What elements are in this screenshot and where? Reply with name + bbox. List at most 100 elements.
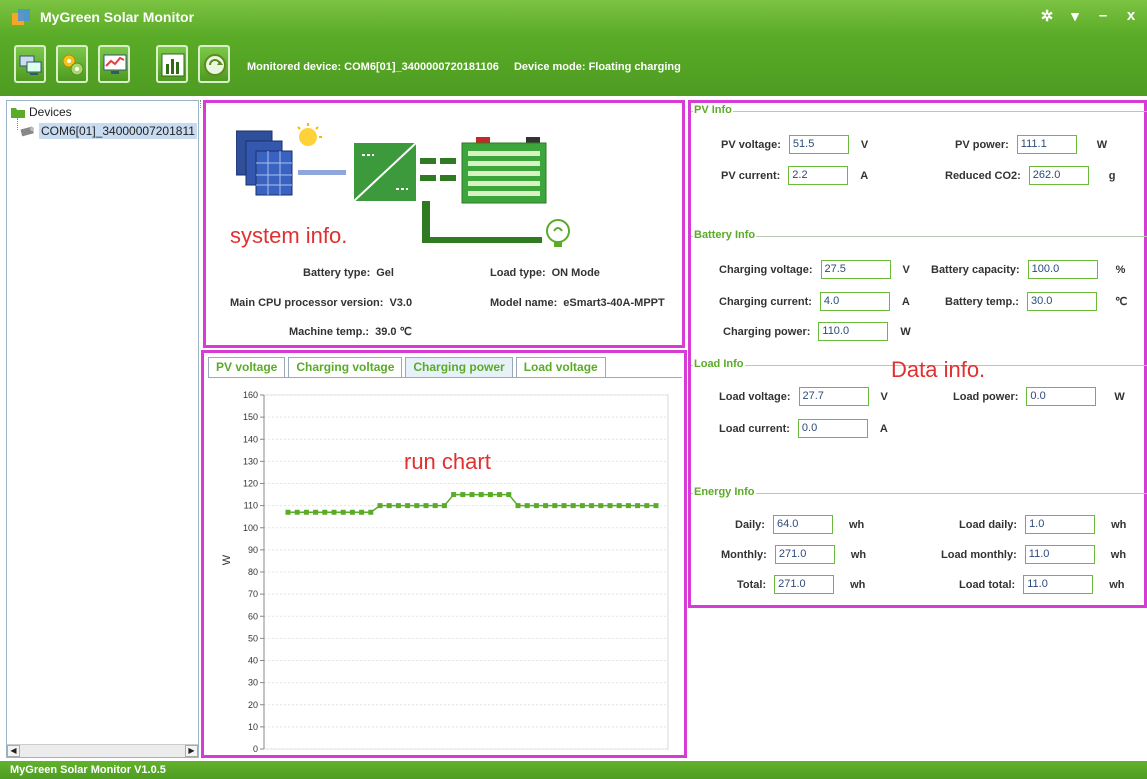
data-point bbox=[377, 503, 383, 509]
monitor-button[interactable] bbox=[98, 45, 130, 83]
cpu-version-value: V3.0 bbox=[389, 297, 413, 309]
load-power-input[interactable]: 0.0 bbox=[1026, 387, 1097, 406]
y-tick-label: 140 bbox=[243, 434, 258, 444]
data-info-panel: PV Info PV voltage: 51.5 V PV power: 111… bbox=[688, 100, 1147, 608]
gear-icon[interactable]: ✲ bbox=[1039, 7, 1055, 25]
daily-label: Daily: bbox=[735, 518, 765, 531]
data-point bbox=[515, 503, 521, 509]
load-monthly-unit: wh bbox=[1110, 548, 1127, 561]
data-point bbox=[506, 492, 512, 498]
charging-voltage-label: Charging voltage: bbox=[719, 263, 813, 276]
y-tick-label: 100 bbox=[243, 523, 258, 533]
tree-item-device[interactable]: COM6[01]_34000007201811 bbox=[19, 123, 197, 139]
model-name-row: Model name: eSmart3-40A-MPPT bbox=[490, 297, 665, 309]
minimize-button[interactable]: – bbox=[1095, 7, 1111, 25]
monthly-field: Monthly: 271.0 wh bbox=[721, 545, 866, 564]
load-monthly-label: Load monthly: bbox=[941, 548, 1017, 561]
data-point bbox=[451, 492, 457, 498]
pv-power-input[interactable]: 111.1 bbox=[1016, 135, 1077, 154]
data-point bbox=[552, 503, 558, 509]
load-current-input[interactable]: 0.0 bbox=[797, 419, 868, 438]
daily-field: Daily: 64.0 wh bbox=[735, 515, 864, 534]
monitored-device-label: Monitored device: COM6[01]_3400000720181… bbox=[247, 61, 499, 73]
tab-load-voltage[interactable]: Load voltage bbox=[515, 357, 606, 377]
charging-power-label: Charging power: bbox=[723, 325, 811, 338]
app-title: MyGreen Solar Monitor bbox=[40, 9, 195, 25]
y-tick-label: 160 bbox=[243, 390, 258, 400]
pv-current-unit: A bbox=[860, 169, 869, 182]
pv-voltage-unit: V bbox=[860, 138, 869, 151]
close-button[interactable]: x bbox=[1123, 7, 1139, 25]
y-tick-label: 0 bbox=[253, 744, 258, 754]
charging-current-input[interactable]: 4.0 bbox=[819, 292, 890, 311]
pv-current-label: PV current: bbox=[721, 169, 781, 182]
co2-input[interactable]: 262.0 bbox=[1028, 166, 1089, 185]
data-point bbox=[616, 503, 622, 509]
load-voltage-input[interactable]: 27.7 bbox=[798, 387, 869, 406]
data-point bbox=[331, 509, 337, 515]
load-total-input[interactable]: 11.0 bbox=[1023, 575, 1094, 594]
data-point bbox=[303, 509, 309, 515]
app-logo-icon bbox=[12, 9, 30, 25]
y-tick-label: 20 bbox=[248, 700, 258, 710]
data-point bbox=[386, 503, 392, 509]
total-input[interactable]: 271.0 bbox=[774, 575, 835, 594]
device-icon bbox=[20, 126, 34, 137]
battery-capacity-field: Battery capacity: 100.0 % bbox=[931, 260, 1125, 279]
pin-icon[interactable]: ▾ bbox=[1067, 7, 1083, 25]
toolbar: Monitored device: COM6[01]_3400000720181… bbox=[0, 36, 1147, 96]
light-bulb-icon bbox=[546, 219, 570, 247]
y-tick-label: 40 bbox=[248, 656, 258, 666]
connect-devices-button[interactable] bbox=[14, 45, 46, 83]
data-point bbox=[497, 492, 503, 498]
refresh-button[interactable] bbox=[198, 45, 230, 83]
chart-tabs: PV voltage Charging voltage Charging pow… bbox=[208, 357, 606, 377]
tab-pv-voltage[interactable]: PV voltage bbox=[208, 357, 286, 377]
pv-power-label: PV power: bbox=[955, 138, 1009, 151]
tree-connector bbox=[17, 118, 18, 130]
pv-voltage-field: PV voltage: 51.5 V bbox=[721, 135, 868, 154]
tree-root-devices[interactable]: Devices bbox=[11, 105, 72, 119]
charging-voltage-input[interactable]: 27.5 bbox=[820, 260, 891, 279]
total-unit: wh bbox=[850, 578, 866, 591]
pv-current-field: PV current: 2.2 A bbox=[721, 166, 868, 185]
load-type-value: ON Mode bbox=[551, 267, 600, 279]
y-tick-label: 30 bbox=[248, 678, 258, 688]
daily-input[interactable]: 64.0 bbox=[772, 515, 833, 534]
battery-info-title: Battery Info bbox=[693, 229, 757, 241]
pv-current-input[interactable]: 2.2 bbox=[788, 166, 849, 185]
cpu-version-row: Main CPU processor version: V3.0 bbox=[230, 297, 412, 309]
data-point bbox=[561, 503, 567, 509]
tab-charging-voltage[interactable]: Charging voltage bbox=[288, 357, 403, 377]
load-daily-input[interactable]: 1.0 bbox=[1025, 515, 1096, 534]
data-point bbox=[322, 509, 328, 515]
run-chart: 0 10 20 30 40 50 60 70 80 90 100 110 120 130 140 150 160… bbox=[221, 390, 669, 754]
data-point bbox=[598, 503, 604, 509]
load-current-unit: A bbox=[879, 422, 888, 435]
pv-voltage-label: PV voltage: bbox=[721, 138, 781, 151]
battery-temp-field: Battery temp.: 30.0 ℃ bbox=[945, 292, 1127, 311]
pv-voltage-input[interactable]: 51.5 bbox=[788, 135, 849, 154]
load-monthly-input[interactable]: 11.0 bbox=[1024, 545, 1095, 564]
tab-charging-power[interactable]: Charging power bbox=[405, 357, 513, 377]
charging-power-input[interactable]: 110.0 bbox=[818, 322, 889, 341]
co2-field: Reduced CO2: 262.0 g bbox=[945, 166, 1116, 185]
settings-button[interactable] bbox=[56, 45, 88, 83]
pv-info-group: PV Info PV voltage: 51.5 V PV power: 111… bbox=[691, 104, 1147, 236]
data-point bbox=[487, 492, 493, 498]
window-controls: ✲ ▾ – x bbox=[1039, 7, 1139, 25]
scroll-right-icon[interactable]: ▶ bbox=[185, 745, 198, 757]
y-tick-label: 60 bbox=[248, 611, 258, 621]
monthly-input[interactable]: 271.0 bbox=[774, 545, 835, 564]
battery-type-row: Battery type: Gel bbox=[303, 267, 394, 279]
battery-temp-label: Battery temp.: bbox=[945, 295, 1019, 308]
charging-voltage-field: Charging voltage: 27.5 V bbox=[719, 260, 910, 279]
battery-capacity-input[interactable]: 100.0 bbox=[1027, 260, 1098, 279]
load-monthly-field: Load monthly: 11.0 wh bbox=[941, 545, 1126, 564]
machine-temp-row: Machine temp.: 39.0 ℃ bbox=[289, 325, 412, 338]
data-point bbox=[524, 503, 530, 509]
battery-temp-input[interactable]: 30.0 bbox=[1026, 292, 1097, 311]
horizontal-scrollbar[interactable]: ◀ ▶ bbox=[7, 744, 198, 757]
scroll-left-icon[interactable]: ◀ bbox=[7, 745, 20, 757]
chart-button[interactable] bbox=[156, 45, 188, 83]
